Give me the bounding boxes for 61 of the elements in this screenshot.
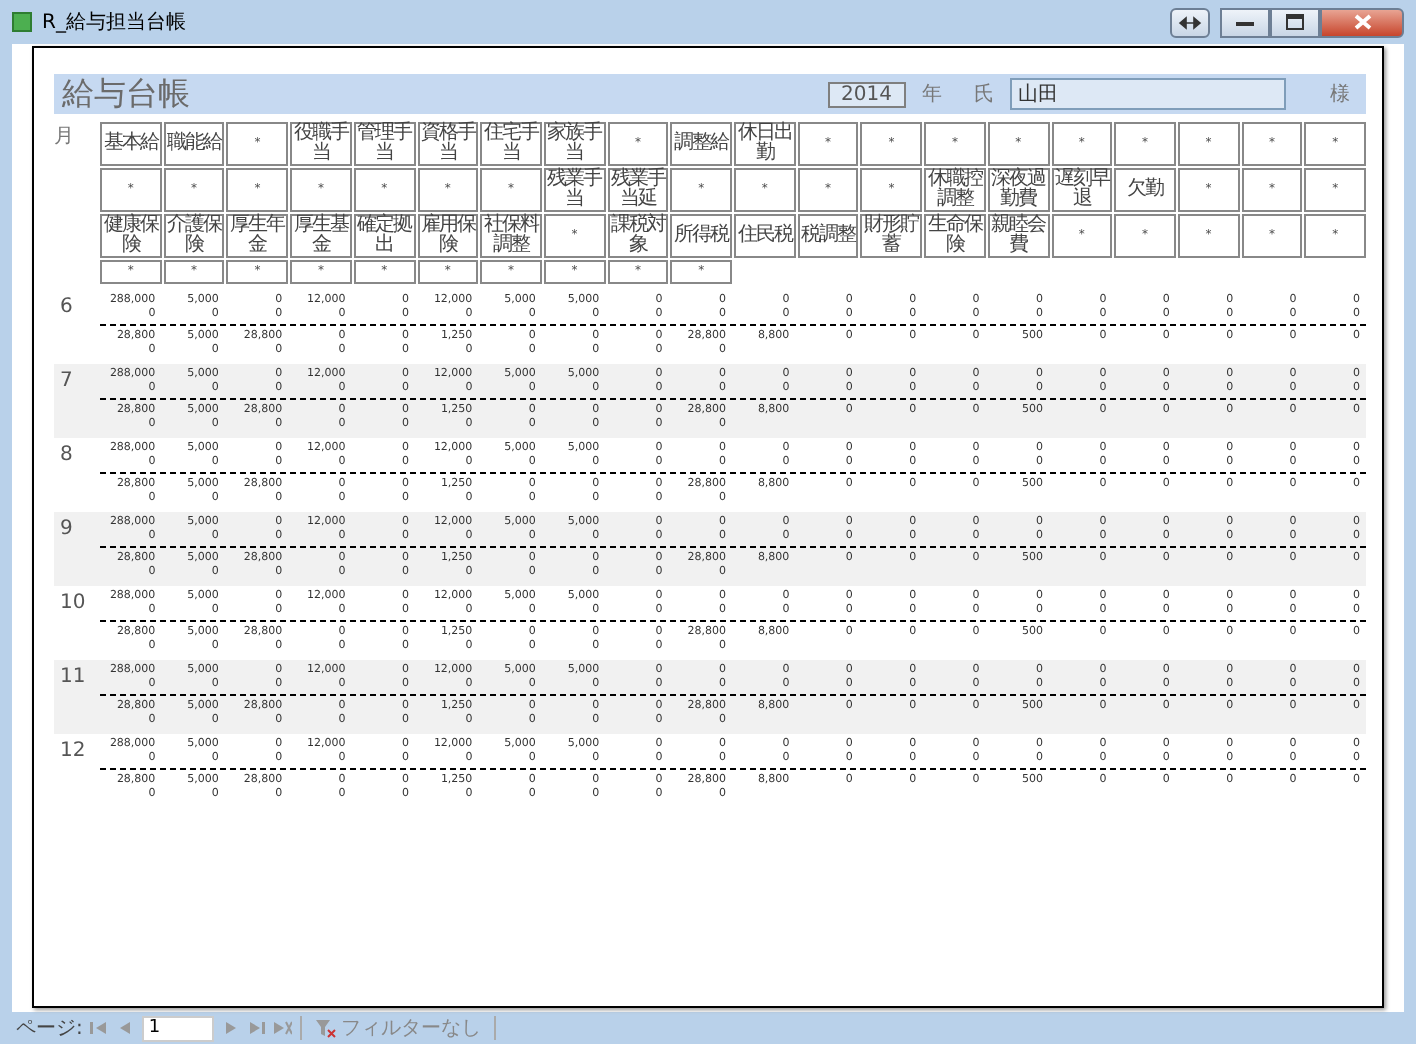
- month-label: 12: [58, 738, 88, 766]
- honorific-label: 様: [1330, 81, 1350, 108]
- name-label: 氏: [974, 81, 994, 108]
- month-label: 11: [58, 664, 88, 692]
- column-label: 介護保険: [163, 214, 225, 258]
- column-label: 税調整: [797, 214, 859, 258]
- month-label: 6: [58, 294, 75, 322]
- double-arrow-icon: [1178, 15, 1202, 29]
- report-title: 給与台帳: [62, 73, 190, 115]
- month-label: 9: [58, 516, 75, 544]
- name-field: 山田: [1010, 78, 1286, 110]
- month-header: 月: [54, 124, 76, 152]
- column-label: 親睦会費: [987, 214, 1049, 258]
- column-label: 雇用保険: [417, 214, 479, 258]
- app-icon: [12, 12, 32, 32]
- column-label: 残業手当: [543, 168, 606, 212]
- minimize-icon: [1236, 16, 1254, 28]
- column-label: 残業手当延: [607, 168, 669, 212]
- column-label: 調整給: [670, 122, 732, 166]
- new-record-icon[interactable]: [274, 1020, 293, 1036]
- column-label: 住宅手当: [480, 122, 542, 166]
- month-label: 10: [58, 590, 88, 618]
- column-label: 家族手当: [543, 122, 606, 166]
- column-label: 厚生年金: [226, 214, 289, 258]
- column-label: 休職控調整: [924, 168, 986, 212]
- month-label: 7: [58, 368, 75, 396]
- column-label: 資格手当: [417, 122, 479, 166]
- page-label: ページ:: [16, 1016, 83, 1042]
- maximize-button[interactable]: [1270, 7, 1320, 37]
- close-icon: [1353, 14, 1371, 30]
- column-label: 深夜過勤費: [987, 168, 1049, 212]
- close-button[interactable]: [1320, 7, 1404, 37]
- last-record-icon[interactable]: [248, 1020, 267, 1036]
- column-label: 管理手当: [353, 122, 415, 166]
- column-label: 確定拠出: [353, 214, 415, 258]
- column-label: 住民税: [734, 214, 796, 258]
- column-label: 休日出勤: [734, 122, 796, 166]
- column-label: 所得税: [670, 214, 732, 258]
- previous-record-icon[interactable]: [116, 1020, 135, 1036]
- window-title: R_給与担当台帳: [42, 9, 186, 36]
- column-label: 財形貯蓄: [860, 214, 923, 258]
- next-record-icon[interactable]: [222, 1020, 241, 1036]
- month-label: 8: [58, 442, 75, 470]
- funnel-icon: [316, 1019, 337, 1037]
- year-label: 年: [922, 82, 942, 108]
- column-label: 健康保険: [100, 214, 162, 258]
- column-label: 役職手当: [290, 122, 352, 166]
- restore-size-button[interactable]: [1170, 7, 1210, 37]
- column-label: 職能給: [163, 122, 225, 166]
- column-label: 欠勤: [1114, 168, 1176, 212]
- page-number-field[interactable]: 1: [142, 1015, 215, 1041]
- first-record-icon[interactable]: [90, 1020, 109, 1036]
- column-label: 課税対象: [607, 214, 669, 258]
- column-label: 社保料調整: [480, 214, 542, 258]
- year-field: 2014: [827, 81, 906, 107]
- column-label: 生命保険: [924, 214, 986, 258]
- column-label: 遅刻早退: [1051, 168, 1113, 212]
- column-label: 厚生基金: [290, 214, 352, 258]
- column-label: 基本給: [100, 122, 162, 166]
- minimize-button[interactable]: [1220, 7, 1270, 37]
- maximize-icon: [1286, 14, 1304, 30]
